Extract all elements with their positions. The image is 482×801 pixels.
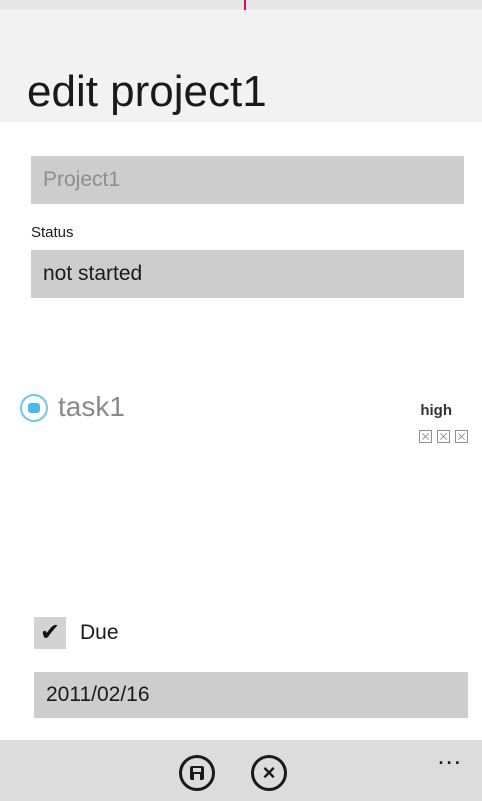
status-label: Status — [31, 224, 74, 241]
placeholder-icon — [437, 430, 450, 443]
due-checkbox[interactable]: ✔ — [34, 617, 66, 649]
mail-circle-icon — [20, 394, 48, 422]
task-priority: high — [420, 402, 452, 419]
placeholder-icon — [455, 430, 468, 443]
checkmark-icon: ✔ — [39, 619, 61, 646]
status-indicator — [244, 0, 246, 10]
project-name-input[interactable]: Project1 — [31, 156, 464, 204]
placeholder-icon — [419, 430, 432, 443]
page-header: edit project1 — [0, 10, 482, 122]
task-title: task1 — [58, 391, 125, 422]
status-field[interactable]: not started — [31, 250, 464, 298]
cancel-button[interactable]: × — [251, 755, 287, 791]
task-status-marks — [419, 430, 468, 443]
more-button[interactable]: ... — [437, 740, 462, 771]
task-item[interactable]: task1 high — [18, 386, 470, 456]
page-title: edit project1 — [27, 67, 267, 116]
app-bar: × ... — [0, 740, 482, 801]
save-button[interactable] — [179, 755, 215, 791]
due-date-field[interactable]: 2011/02/16 — [34, 672, 468, 718]
status-bar — [0, 0, 482, 10]
due-label: Due — [80, 621, 119, 644]
close-icon: × — [262, 760, 276, 785]
save-icon — [190, 766, 204, 780]
